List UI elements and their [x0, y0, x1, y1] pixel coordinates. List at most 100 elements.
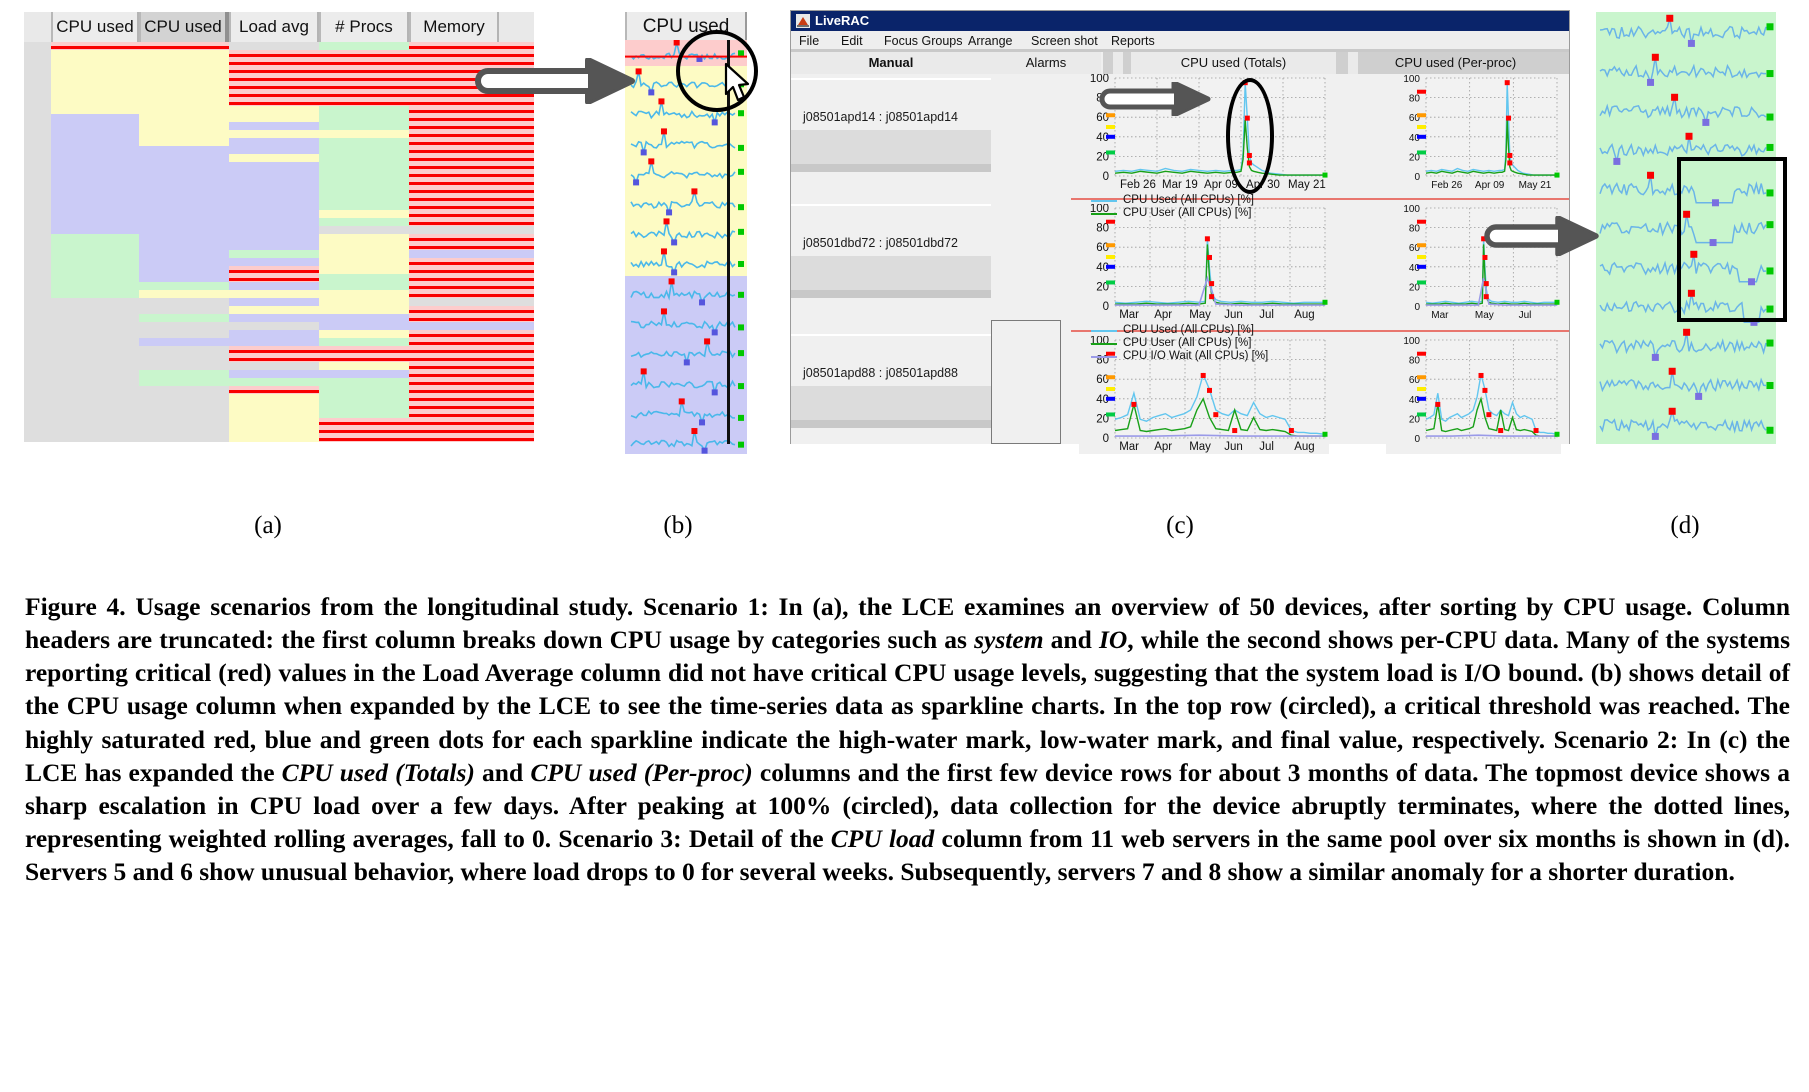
heatmap-cell[interactable]: [229, 314, 319, 322]
device-detail-block[interactable]: [791, 256, 991, 290]
heatmap-cell[interactable]: [319, 258, 409, 266]
heatmap-cell[interactable]: [139, 330, 229, 338]
liverac-column-divider[interactable]: [1103, 52, 1113, 74]
heatmap-cell[interactable]: [51, 410, 139, 418]
heatmap-cell[interactable]: [319, 306, 409, 314]
heatmap-cell[interactable]: [229, 362, 319, 370]
heatmap-cell[interactable]: [229, 434, 319, 442]
heatmap-cell[interactable]: [139, 58, 229, 66]
heatmap-cell[interactable]: [319, 178, 409, 186]
heatmap-cell[interactable]: [229, 186, 319, 194]
heatmap-cell[interactable]: [229, 234, 319, 242]
heatmap-cell[interactable]: [139, 298, 229, 306]
heatmap-cell[interactable]: [51, 106, 139, 114]
heatmap-cell[interactable]: [319, 330, 409, 338]
heatmap-cell[interactable]: [139, 202, 229, 210]
heatmap-cell[interactable]: [139, 410, 229, 418]
heatmap-cell[interactable]: [319, 314, 409, 322]
heatmap-cell[interactable]: [139, 178, 229, 186]
heatmap-cell[interactable]: [229, 154, 319, 162]
menu-item-arrange[interactable]: Arrange: [968, 31, 1012, 51]
heatmap-cell[interactable]: [51, 170, 139, 178]
heatmap-cell[interactable]: [319, 250, 409, 258]
heatmap-cell[interactable]: [139, 426, 229, 434]
heatmap-cell[interactable]: [51, 354, 139, 362]
column-header-1[interactable]: CPU used: [51, 12, 139, 42]
detail-popup-box[interactable]: [991, 320, 1061, 444]
webserver-sparkline-row[interactable]: [1596, 405, 1776, 444]
chart-totals-2[interactable]: 100 80 60 40 20 0 Mar Apr May Jun Jul Aug: [1079, 204, 1329, 322]
heatmap-cell[interactable]: [229, 394, 319, 402]
heatmap-cell[interactable]: [139, 402, 229, 410]
heatmap-cell[interactable]: [139, 258, 229, 266]
device-label-1[interactable]: j08501apd14 : j08501apd14: [803, 110, 958, 124]
device-detail-block[interactable]: [791, 386, 991, 420]
heatmap-cell[interactable]: [319, 290, 409, 298]
heatmap-cell[interactable]: [51, 258, 139, 266]
heatmap-cell[interactable]: [319, 186, 409, 194]
heatmap-cell[interactable]: [229, 162, 319, 170]
device-label-3[interactable]: j08501apd88 : j08501apd88: [803, 366, 958, 380]
heatmap-cell[interactable]: [139, 378, 229, 386]
heatmap-cell[interactable]: [139, 194, 229, 202]
webserver-sparkline-row[interactable]: [1596, 12, 1776, 51]
heatmap-cell[interactable]: [229, 418, 319, 426]
column-header-3[interactable]: Load avg: [229, 12, 319, 42]
heatmap-cell[interactable]: [319, 202, 409, 210]
heatmap-cell[interactable]: [51, 50, 139, 58]
heatmap-cell[interactable]: [51, 362, 139, 370]
heatmap-cell[interactable]: [319, 122, 409, 130]
heatmap-cell[interactable]: [319, 210, 409, 218]
heatmap-cell[interactable]: [139, 50, 229, 58]
heatmap-cell[interactable]: [229, 426, 319, 434]
heatmap-cell[interactable]: [319, 218, 409, 226]
heatmap-cell[interactable]: [139, 162, 229, 170]
heatmap-cell[interactable]: [51, 202, 139, 210]
heatmap-grid[interactable]: [24, 42, 534, 442]
heatmap-cell[interactable]: [319, 386, 409, 394]
heatmap-cell[interactable]: [139, 218, 229, 226]
heatmap-cell[interactable]: [229, 130, 319, 138]
liverac-column-divider[interactable]: [1113, 52, 1123, 74]
heatmap-cell[interactable]: [51, 402, 139, 410]
heatmap-cell[interactable]: [229, 258, 319, 266]
heatmap-cell[interactable]: [229, 42, 319, 50]
heatmap-cell[interactable]: [139, 266, 229, 274]
heatmap-cell[interactable]: [139, 386, 229, 394]
column-header-2[interactable]: CPU used: [139, 12, 229, 42]
panel-a-overview[interactable]: CPU used CPU used Load avg # Procs Memory: [24, 12, 534, 444]
heatmap-cell[interactable]: [139, 146, 229, 154]
heatmap-cell[interactable]: [319, 394, 409, 402]
heatmap-cell[interactable]: [319, 370, 409, 378]
heatmap-cell[interactable]: [139, 362, 229, 370]
heatmap-cell[interactable]: [319, 362, 409, 370]
heatmap-cell[interactable]: [409, 322, 534, 330]
heatmap-cell[interactable]: [229, 170, 319, 178]
device-detail-block[interactable]: [791, 130, 991, 164]
heatmap-cell[interactable]: [51, 122, 139, 130]
menubar[interactable]: File Edit Focus Groups Arrange Screen shot Re…: [791, 31, 1569, 51]
webserver-sparkline-row[interactable]: [1596, 365, 1776, 404]
heatmap-cell[interactable]: [229, 298, 319, 306]
heatmap-cell[interactable]: [229, 138, 319, 146]
heatmap-cell[interactable]: [229, 210, 319, 218]
heatmap-cell[interactable]: [139, 354, 229, 362]
panel-c-liverac[interactable]: LiveRAC File Edit Focus Groups Arrange Scree…: [790, 10, 1570, 454]
heatmap-cell[interactable]: [51, 178, 139, 186]
heatmap-cell[interactable]: [139, 66, 229, 74]
heatmap-cell[interactable]: [229, 242, 319, 250]
heatmap-cell[interactable]: [409, 250, 534, 258]
heatmap-cell[interactable]: [139, 170, 229, 178]
webserver-sparkline-row[interactable]: [1596, 91, 1776, 130]
heatmap-cell[interactable]: [139, 74, 229, 82]
heatmap-cell[interactable]: [139, 82, 229, 90]
heatmap-cell[interactable]: [229, 218, 319, 226]
heatmap-cell[interactable]: [229, 202, 319, 210]
heatmap-cell[interactable]: [409, 298, 534, 306]
heatmap-cell[interactable]: [51, 330, 139, 338]
heatmap-cell[interactable]: [139, 98, 229, 106]
heatmap-cell[interactable]: [51, 210, 139, 218]
heatmap-cell[interactable]: [229, 122, 319, 130]
heatmap-cell[interactable]: [229, 194, 319, 202]
heatmap-cell[interactable]: [229, 250, 319, 258]
